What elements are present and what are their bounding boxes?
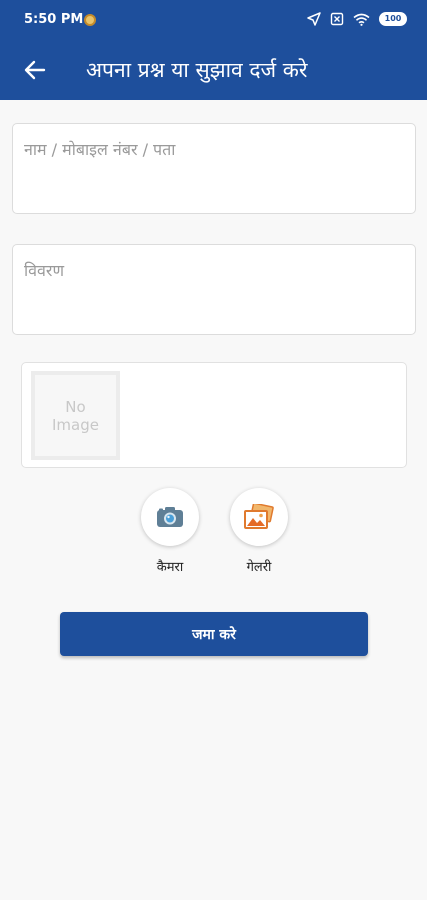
app-bar: अपना प्रश्न या सुझाव दर्ज करे <box>0 40 427 100</box>
camera-button[interactable]: कैमरा <box>140 488 200 575</box>
submit-button[interactable]: जमा करे <box>60 612 368 656</box>
name-mobile-address-field[interactable]: नाम / मोबाइल नंबर / पता <box>12 123 416 214</box>
gallery-label: गेलरी <box>246 560 272 575</box>
no-image-placeholder: No Image <box>31 371 120 460</box>
image-preview-box: No Image <box>21 362 407 468</box>
camera-icon <box>157 507 183 527</box>
arrow-left-icon <box>24 60 46 80</box>
status-icons: 100 <box>307 12 407 26</box>
description-field-placeholder: विवरण <box>24 261 65 280</box>
status-bar: 5:50 PM 100 <box>0 0 427 40</box>
back-button[interactable] <box>18 53 52 87</box>
gallery-button[interactable]: गेलरी <box>229 488 289 575</box>
gallery-circle[interactable] <box>230 488 288 546</box>
page-title: अपना प्रश्न या सुझाव दर्ज करे <box>86 58 308 82</box>
battery-icon: 100 <box>379 12 407 26</box>
no-image-text-line1: No <box>65 397 86 416</box>
location-arrow-icon <box>307 12 321 26</box>
sim-off-icon <box>330 12 344 26</box>
name-field-placeholder: नाम / मोबाइल नंबर / पता <box>24 140 176 159</box>
camera-circle[interactable] <box>141 488 199 546</box>
description-field[interactable]: विवरण <box>12 244 416 335</box>
wifi-icon <box>353 13 370 26</box>
camera-label: कैमरा <box>156 560 184 575</box>
no-image-text-line2: Image <box>52 415 99 434</box>
gallery-icon <box>244 504 274 529</box>
notification-dot-icon <box>84 14 96 26</box>
status-time: 5:50 PM <box>24 12 84 27</box>
